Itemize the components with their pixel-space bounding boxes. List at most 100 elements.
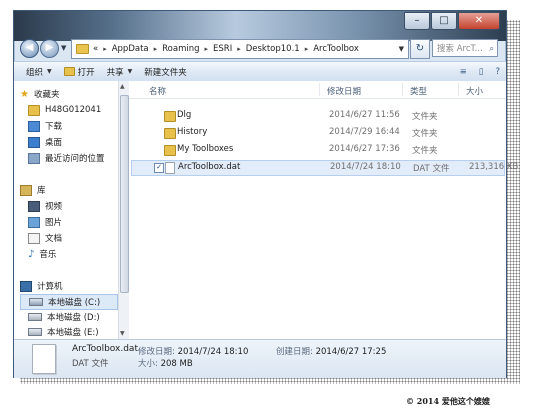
column-header-size[interactable]: 大小: [466, 85, 483, 97]
nav-computer[interactable]: 计算机: [20, 279, 63, 293]
column-divider[interactable]: [458, 83, 459, 96]
scrollbar-thumb[interactable]: [120, 95, 129, 293]
forward-button[interactable]: ▶: [40, 39, 59, 58]
breadcrumb-roaming[interactable]: Roaming: [162, 44, 199, 54]
nav-recent[interactable]: 最近访问的位置: [28, 151, 105, 165]
column-divider[interactable]: [402, 83, 403, 96]
details-file-name: ArcToolbox.dat: [72, 344, 138, 354]
view-options-icon[interactable]: ≡: [460, 67, 467, 77]
breadcrumb-separator[interactable]: ▸: [205, 45, 209, 53]
nav-label: 本地磁盘 (C:): [48, 298, 101, 308]
breadcrumb-separator[interactable]: ▸: [237, 45, 241, 53]
nav-label: 下载: [45, 122, 63, 132]
nav-label: 本地磁盘 (E:): [47, 328, 99, 338]
nav-drive-d[interactable]: 本地磁盘 (D:): [28, 310, 100, 324]
organize-menu[interactable]: 组织 ▼: [26, 66, 52, 78]
file-type: 文件夹: [412, 112, 438, 122]
file-size: 213,316 KB: [469, 162, 519, 172]
help-icon[interactable]: ?: [495, 67, 500, 77]
nav-documents[interactable]: 文档: [28, 231, 62, 245]
search-input[interactable]: 搜索 ArcT... ⌕: [432, 39, 498, 57]
column-header-name[interactable]: 名称: [149, 85, 166, 97]
nav-favorites[interactable]: ★ 收藏夹: [20, 87, 59, 101]
nav-label: 计算机: [37, 282, 63, 292]
breadcrumb-separator[interactable]: ▸: [305, 45, 309, 53]
download-icon: [28, 120, 40, 132]
command-bar: 组织 ▼ 打开 共享 ▼ 新建文件夹 ≡ ▯ ?: [14, 61, 506, 82]
close-button[interactable]: ✕: [458, 12, 500, 30]
file-row[interactable]: History 2014/7/29 16:44 文件夹: [131, 126, 503, 140]
breadcrumb-separator[interactable]: ▸: [103, 45, 107, 53]
details-size: 大小: 208 MB: [138, 357, 193, 369]
details-created-label: 创建日期:: [276, 347, 313, 357]
column-header-modified[interactable]: 修改日期: [327, 85, 361, 97]
details-modified-value: 2014/7/24 18:10: [177, 347, 249, 357]
star-icon: ★: [20, 88, 29, 100]
file-row-selected[interactable]: ✓ ArcToolbox.dat 2014/7/24 18:10 DAT 文件 …: [131, 160, 518, 176]
share-menu[interactable]: 共享 ▼: [107, 66, 133, 78]
address-dropdown[interactable]: ▼: [399, 45, 404, 53]
nav-label: 最近访问的位置: [45, 154, 105, 164]
column-header-type[interactable]: 类型: [410, 85, 427, 97]
share-label: 共享: [106, 67, 124, 78]
nav-label: 桌面: [45, 138, 63, 148]
breadcrumb-desktop101[interactable]: Desktop10.1: [246, 44, 300, 54]
maximize-button[interactable]: □: [431, 12, 457, 30]
file-row[interactable]: Dlg 2014/6/27 11:56 文件夹: [131, 109, 503, 123]
recent-places-icon: [28, 152, 40, 164]
nav-videos[interactable]: 视频: [28, 199, 62, 213]
file-name: ArcToolbox.dat: [178, 162, 241, 172]
breadcrumb-overflow[interactable]: «: [93, 44, 98, 54]
file-icon: [32, 344, 56, 374]
system-drive-icon: [29, 298, 43, 306]
folder-icon: [164, 128, 176, 139]
breadcrumb-appdata[interactable]: AppData: [112, 44, 149, 54]
search-placeholder: 搜索 ArcT...: [437, 44, 483, 54]
select-checkbox[interactable]: ✓: [154, 163, 164, 173]
file-list: 名称 修改日期 类型 大小 Dlg 2014/6/27 11:56 文件夹 Hi…: [129, 81, 518, 339]
details-created: 创建日期: 2014/6/27 17:25: [276, 345, 386, 357]
picture-icon: [28, 216, 40, 228]
preview-pane-icon[interactable]: ▯: [479, 67, 484, 77]
address-bar[interactable]: « ▸ AppData ▸ Roaming ▸ ESRI ▸ Desktop10…: [71, 39, 409, 59]
column-header-row: 名称 修改日期 类型 大小: [129, 81, 506, 99]
breadcrumb-separator[interactable]: ▸: [154, 45, 158, 53]
address-row: ◀ ▶ ▼ « ▸ AppData ▸ Roaming ▸ ESRI ▸ Des…: [14, 35, 506, 61]
breadcrumb-arctoolbox[interactable]: ArcToolbox: [313, 44, 359, 54]
desktop-icon: [28, 136, 40, 148]
nav-label: 图片: [45, 218, 63, 228]
nav-label: 收藏夹: [33, 90, 60, 100]
file-modified: 2014/6/27 11:56: [329, 110, 400, 120]
file-name: Dlg: [177, 110, 192, 120]
nav-drive-c[interactable]: 本地磁盘 (C:): [20, 294, 118, 310]
open-label: 打开: [77, 67, 95, 78]
new-folder-button[interactable]: 新建文件夹: [144, 66, 187, 78]
computer-icon: [20, 280, 32, 292]
refresh-button[interactable]: ↻: [410, 39, 430, 59]
file-name: History: [177, 127, 208, 137]
nav-scrollbar[interactable]: ▲ ▼: [118, 81, 129, 339]
file-type: DAT 文件: [413, 164, 450, 174]
nav-libraries[interactable]: 库: [20, 183, 46, 197]
column-divider[interactable]: [319, 83, 320, 96]
nav-label: 本地磁盘 (D:): [47, 313, 100, 323]
nav-downloads[interactable]: 下载: [28, 119, 62, 133]
nav-music[interactable]: ♪ 音乐: [28, 247, 56, 261]
open-button[interactable]: 打开: [63, 66, 95, 78]
nav-label: 文档: [45, 234, 63, 244]
nav-pictures[interactable]: 图片: [28, 215, 62, 229]
nav-desktop[interactable]: 桌面: [28, 135, 62, 149]
scroll-up-icon[interactable]: ▲: [120, 83, 125, 90]
file-modified: 2014/7/29 16:44: [329, 127, 400, 137]
scroll-down-icon[interactable]: ▼: [120, 330, 125, 337]
details-size-value: 208 MB: [160, 359, 193, 369]
breadcrumb-esri[interactable]: ESRI: [213, 44, 232, 54]
folder-open-icon: [63, 67, 75, 76]
minimize-button[interactable]: –: [404, 12, 430, 30]
nav-h48[interactable]: H48G012041: [28, 103, 101, 117]
nav-drive-e[interactable]: 本地磁盘 (E:): [28, 325, 99, 339]
recent-locations-dropdown[interactable]: ▼: [61, 44, 66, 52]
organize-label: 组织: [26, 67, 44, 78]
file-row[interactable]: My Toolboxes 2014/6/27 17:36 文件夹: [131, 143, 503, 157]
back-button[interactable]: ◀: [20, 39, 39, 58]
